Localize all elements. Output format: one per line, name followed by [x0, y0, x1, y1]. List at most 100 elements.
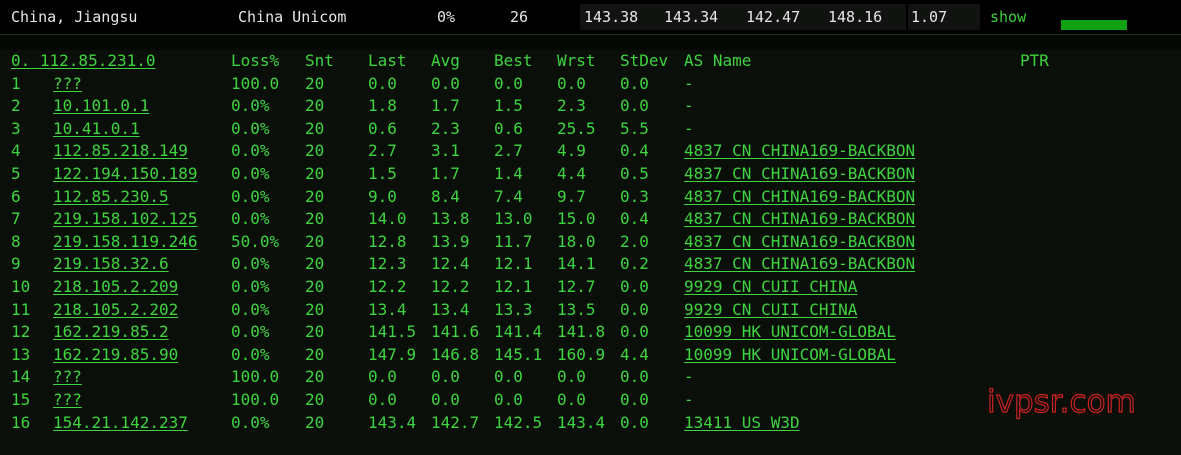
snt-value: 20 [305, 209, 325, 229]
host-address[interactable]: ??? [53, 366, 82, 389]
show-link[interactable]: show [990, 6, 1026, 28]
host-address[interactable]: 162.219.85.2 [53, 321, 169, 344]
header-snt: Snt [305, 51, 334, 70]
stdev-value: 0.5 [620, 164, 649, 183]
stdev-value: 0.0 [620, 277, 649, 296]
host-address[interactable]: ??? [53, 389, 82, 412]
best-value: 0.6 [494, 118, 523, 138]
avg-value: 12.4 [431, 254, 470, 274]
location-text: China, Jiangsu [11, 8, 138, 26]
avg-value: 3.1 [431, 141, 460, 161]
avg-value: 13.8 [431, 209, 470, 229]
loss-value: 0.0% [231, 412, 270, 432]
stdev-value: 0.0 [620, 322, 649, 342]
worst-latency-text: 148.16 [828, 8, 883, 26]
as-name[interactable]: 4837 CN CHINA169-BACKBON [684, 186, 915, 209]
hop-number: 12 [11, 322, 31, 342]
host-address[interactable]: 219.158.102.125 [53, 208, 198, 231]
header-stdev: StDev [620, 51, 669, 70]
count-text: 26 [510, 8, 529, 26]
best-value: 0.0 [494, 367, 523, 387]
wrst-value: 18.0 [557, 231, 596, 251]
host-address[interactable]: 219.158.32.6 [53, 253, 169, 276]
host-address[interactable]: 162.219.85.90 [53, 344, 178, 367]
loss-value: 0.0% [231, 164, 270, 183]
as-name[interactable]: 4837 CN CHINA169-BACKBON [684, 231, 915, 254]
avg-value: 0.0 [431, 73, 460, 93]
host-address[interactable]: 10.101.0.1 [53, 95, 149, 118]
stdev-text: 1.07 [911, 8, 948, 26]
as-name: - [684, 118, 694, 138]
loss-value: 100.0 [231, 390, 280, 409]
hop-number: 8 [11, 231, 21, 251]
host-address[interactable]: 218.105.2.209 [53, 276, 178, 299]
best-value: 7.4 [494, 186, 523, 206]
best-value: 1.5 [494, 96, 523, 116]
as-name[interactable]: 13411 US W3D [684, 412, 800, 435]
stdev-value: 5.5 [620, 118, 649, 138]
best-value: 12.1 [494, 254, 533, 274]
as-name: - [684, 73, 694, 93]
loss-value: 0.0% [231, 344, 270, 364]
host-address[interactable]: 112.85.230.5 [53, 186, 169, 209]
host-address[interactable]: 112.85.218.149 [53, 140, 188, 163]
last-value: 2.7 [368, 141, 397, 161]
stdev-value: 0.0 [620, 367, 649, 387]
hop-number: 7 [11, 209, 21, 229]
last-value: 14.0 [368, 209, 407, 229]
hop-number: 3 [11, 118, 21, 138]
avg-value: 13.9 [431, 231, 470, 251]
last-value: 141.5 [368, 322, 417, 342]
loss-value: 0.0% [231, 277, 270, 296]
stdev-value: 0.0 [620, 73, 649, 93]
best-value: 2.7 [494, 141, 523, 161]
host-address[interactable]: 218.105.2.202 [53, 299, 178, 322]
wrst-value: 9.7 [557, 186, 586, 206]
snt-value: 20 [305, 164, 325, 183]
as-name: - [684, 96, 694, 116]
as-name[interactable]: 4837 CN CHINA169-BACKBON [684, 253, 915, 276]
loss-value: 50.0% [231, 231, 280, 251]
header-last: Last [368, 51, 407, 70]
as-name[interactable]: 4837 CN CHINA169-BACKBON [684, 140, 915, 163]
host-address[interactable]: 122.194.150.189 [53, 163, 198, 186]
loss-value: 0.0% [231, 186, 270, 206]
host-address[interactable]: ??? [53, 73, 82, 96]
host-address[interactable]: 10.41.0.1 [53, 118, 140, 141]
last-value: 0.0 [368, 367, 397, 387]
header-loss: Loss% [231, 51, 280, 70]
host-address[interactable]: 154.21.142.237 [53, 412, 188, 435]
header-avg: Avg [431, 51, 460, 70]
last-value: 147.9 [368, 344, 417, 364]
as-name: - [684, 390, 694, 409]
best-value: 13.0 [494, 209, 533, 229]
best-value: 0.0 [494, 390, 523, 409]
last-value: 12.2 [368, 277, 407, 296]
best-latency-text: 142.47 [746, 8, 801, 26]
snt-value: 20 [305, 344, 325, 364]
wrst-value: 0.0 [557, 367, 586, 387]
snt-value: 20 [305, 141, 325, 161]
watermark-text: ivpsr.com [987, 384, 1136, 420]
as-name[interactable]: 9929 CN CUII CHINA [684, 299, 857, 322]
loss-value: 0.0% [231, 96, 270, 116]
loss-value: 0.0% [231, 118, 270, 138]
stdev-value: 0.3 [620, 186, 649, 206]
snt-value: 20 [305, 277, 325, 296]
wrst-value: 14.1 [557, 254, 596, 274]
header-as-name: AS Name [684, 51, 752, 70]
as-name[interactable]: 10099 HK UNICOM-GLOBAL [684, 344, 896, 367]
as-name[interactable]: 9929 CN CUII CHINA [684, 276, 857, 299]
as-name[interactable]: 10099 HK UNICOM-GLOBAL [684, 321, 896, 344]
as-name[interactable]: 4837 CN CHINA169-BACKBON [684, 163, 915, 186]
header-ptr: PTR [1020, 51, 1049, 70]
as-name[interactable]: 4837 CN CHINA169-BACKBON [684, 208, 915, 231]
wrst-value: 0.0 [557, 73, 586, 93]
last-value: 143.4 [368, 412, 417, 432]
as-name: - [684, 367, 694, 387]
last-value: 13.4 [368, 299, 407, 319]
snt-value: 20 [305, 96, 325, 116]
stdev-value: 0.4 [620, 209, 649, 229]
host-address[interactable]: 219.158.119.246 [53, 231, 198, 254]
watermark-logo: ivpsr.com [986, 383, 1136, 420]
